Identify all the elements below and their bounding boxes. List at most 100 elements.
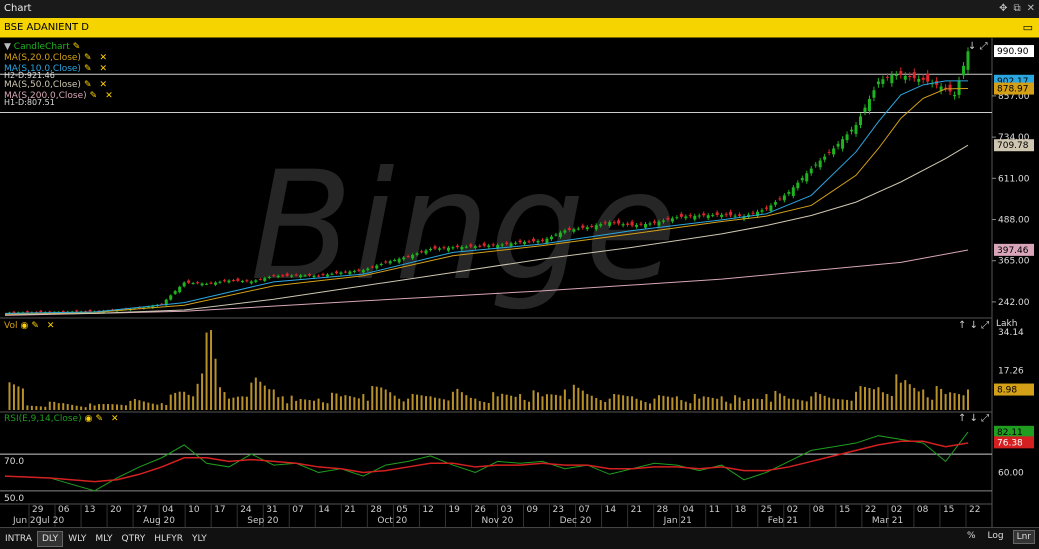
interval-mly[interactable]: MLY [91, 532, 116, 546]
candle-body [827, 151, 831, 153]
move-down-icon[interactable]: ↓ [968, 41, 976, 52]
candle-body [590, 225, 594, 227]
legend-vol[interactable]: Vol ◉ ✎ ✕ [4, 321, 54, 332]
candle-body [720, 214, 724, 217]
volume-bar [640, 400, 643, 410]
candle-body [424, 250, 428, 254]
volume-bar [263, 385, 266, 410]
scale-log[interactable]: Log [985, 530, 1007, 544]
candle-body [845, 134, 849, 141]
volume-bar [17, 386, 20, 410]
volume-bar [384, 389, 387, 410]
volume-bar [716, 398, 719, 410]
rsi-left-level-label: 50.0 [4, 494, 24, 504]
candle-body [603, 222, 607, 224]
time-day-label: 13 [84, 505, 95, 515]
time-day-label: 08 [917, 505, 929, 515]
volume-bar [805, 401, 808, 410]
interval-yly[interactable]: YLY [188, 532, 211, 546]
candle-body [666, 217, 670, 220]
legend-rsi[interactable]: RSI(E,9,14,Close) ◉ ✎ ✕ [4, 414, 119, 425]
chart-area[interactable]: Binge 857.00 734.00 611.00 488.00 365.00 242.0… [0, 38, 1039, 527]
candle-body [214, 282, 218, 285]
pencil-icon[interactable]: ✎ [84, 53, 92, 63]
volume-bar [420, 395, 423, 410]
legend-panel: ▼ CandleChart ✎ MA(S,20.0,Close) ✎ ✕ MA(S,1… [4, 42, 113, 107]
ma50-tag: 709.78 [997, 141, 1029, 151]
candle-body [585, 227, 589, 230]
volume-bar [317, 398, 320, 410]
interval-qtry[interactable]: QTRY [118, 532, 150, 546]
volume-bar [931, 399, 934, 410]
eye-icon[interactable]: ◉ [20, 321, 28, 331]
pencil-icon[interactable]: ✎ [31, 321, 39, 331]
move-up-icon[interactable]: ↑ [958, 413, 966, 424]
interval-dly[interactable]: DLY [36, 530, 64, 547]
last-price-tag: 990.90 [997, 47, 1029, 57]
maximize-icon[interactable]: ⤢ [980, 41, 988, 52]
interval-intra[interactable]: INTRA [1, 532, 36, 546]
interval-wly[interactable]: WLY [64, 532, 90, 546]
candle-body [769, 205, 773, 211]
volume-bar [487, 402, 490, 410]
volume-bar [917, 391, 920, 410]
candle-body [245, 280, 249, 282]
candle-body [899, 71, 903, 75]
pencil-icon[interactable]: ✎ [84, 80, 92, 90]
volume-bar [156, 404, 159, 410]
remove-icon[interactable]: ✕ [99, 53, 107, 63]
volume-bar [295, 400, 298, 410]
remove-icon[interactable]: ✕ [99, 64, 107, 74]
volume-bar [608, 398, 611, 410]
candle-body [608, 222, 612, 226]
symbol-bar[interactable]: BSE ADANIENT D ▭ [0, 18, 1039, 38]
legend-ma50[interactable]: MA(S,50.0,Close) ✎ ✕ [4, 80, 113, 91]
remove-icon[interactable]: ✕ [47, 321, 55, 331]
volume-bar [304, 399, 307, 410]
remove-icon[interactable]: ✕ [111, 414, 119, 424]
pencil-icon[interactable]: ✎ [84, 64, 92, 74]
volume-bar [380, 387, 383, 410]
candle-body [196, 282, 200, 284]
menu-icon[interactable]: ▭ [1023, 18, 1033, 38]
candle-body [402, 257, 406, 260]
move-up-icon[interactable]: ↑ [958, 320, 966, 331]
remove-icon[interactable]: ✕ [105, 91, 113, 101]
volume-bar [165, 404, 168, 410]
volume-bar [254, 377, 257, 410]
interval-hlfyr[interactable]: HLFYR [150, 532, 187, 546]
scale-linear[interactable]: Lnr [1012, 530, 1035, 544]
pencil-icon[interactable]: ✎ [95, 414, 103, 424]
move-down-icon[interactable]: ↓ [970, 320, 978, 331]
rsi-pane-controls: ↑ ↓ ⤢ [958, 413, 989, 424]
move-down-icon[interactable]: ↓ [970, 413, 978, 424]
candle-body [729, 211, 733, 216]
window-titlebar: Chart ✥ ⧉ ✕ [0, 0, 1039, 18]
eye-icon[interactable]: ◉ [85, 414, 93, 424]
volume-bar [232, 397, 235, 410]
pencil-icon[interactable]: ✎ [90, 91, 98, 101]
restore-icon[interactable]: ⧉ [1013, 0, 1020, 18]
close-icon[interactable]: ✕ [1027, 0, 1035, 18]
maximize-icon[interactable]: ⤢ [981, 413, 989, 424]
volume-bar [778, 393, 781, 410]
volume-bar [769, 401, 772, 410]
volume-bar [187, 394, 190, 410]
maximize-icon[interactable]: ⤢ [981, 320, 989, 331]
pin-icon[interactable]: ✥ [999, 0, 1007, 18]
candle-body [679, 213, 683, 217]
pencil-icon[interactable]: ✎ [73, 42, 81, 52]
candle-body [644, 223, 648, 228]
volume-bar [142, 401, 145, 410]
candle-body [688, 215, 692, 217]
legend-ma20[interactable]: MA(S,20.0,Close) ✎ ✕ [4, 53, 113, 64]
remove-icon[interactable]: ✕ [99, 80, 107, 90]
volume-bar [631, 396, 634, 410]
candle-body [621, 224, 625, 226]
scale-percent[interactable]: % [964, 530, 979, 544]
volume-bar [375, 386, 378, 410]
candle-body [953, 94, 957, 97]
candle-body [917, 78, 921, 82]
chart-svg[interactable]: Binge857.00734.00611.00488.00365.00242.0… [0, 38, 1039, 527]
legend-candle[interactable]: ▼ CandleChart ✎ [4, 42, 113, 53]
